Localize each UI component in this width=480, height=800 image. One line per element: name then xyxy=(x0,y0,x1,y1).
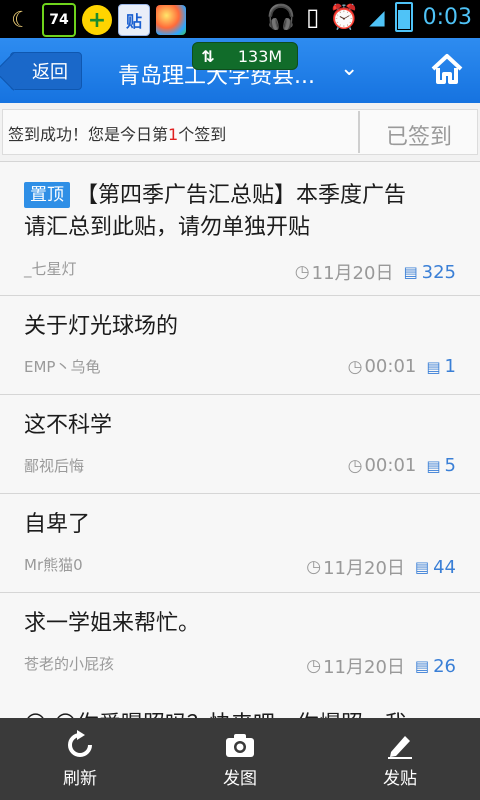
comment-icon: ▤ xyxy=(426,357,441,376)
signin-message-pre: 签到成功！您是今日第 xyxy=(8,125,169,144)
pinned-badge: 置顶 xyxy=(24,182,70,208)
battery-icon xyxy=(394,2,413,32)
pencil-icon xyxy=(388,736,412,759)
headphones-icon: 🎧 xyxy=(266,3,297,31)
post-title: 求一学姐来帮忙。 xyxy=(24,611,201,636)
reply-count: 44 xyxy=(433,556,456,578)
vibrate-icon: ▯ xyxy=(306,3,320,31)
post-title-line2: 请汇总到此贴，请勿单独开贴 xyxy=(24,215,311,240)
comment-icon: ▤ xyxy=(414,657,430,675)
post-list: 置顶 【第四季广告汇总贴】本季度广告 请汇总到此贴，请勿单独开贴 _七星灯 ◷ 1… xyxy=(0,162,480,296)
clock-icon: ◷ xyxy=(306,557,322,577)
post-author: EMP丶乌龟 xyxy=(24,358,101,376)
signed-button[interactable]: 已签到 xyxy=(386,119,452,151)
post-label: 发贴 xyxy=(383,769,417,789)
post-replies: ▤ 5 xyxy=(426,455,456,476)
post-author: 鄙视后悔 xyxy=(24,457,85,475)
transfer-arrows-icon: ⇅ xyxy=(201,46,215,66)
back-button[interactable]: 返回 xyxy=(10,52,82,90)
post-meta: ◷ 11月20日 ▤ 325 xyxy=(295,259,456,285)
net-speed-overlay: ⇅ 133M xyxy=(192,42,298,70)
post-time: 00:01 xyxy=(364,455,417,476)
clock-icon: ◷ xyxy=(306,656,322,676)
signin-bar: 签到成功！您是今日第1个签到 已签到 xyxy=(0,103,480,162)
reply-count: 325 xyxy=(421,261,456,283)
signal-icon: ◢ xyxy=(369,5,385,29)
post-meta: ◷ 00:01 ▤ 5 xyxy=(348,455,456,476)
weather-moon-icon: ☾ xyxy=(11,7,31,33)
post-item[interactable]: 这不科学 鄙视后悔 ◷ 00:01 ▤ 5 xyxy=(0,395,480,494)
tieba-app-icon: 贴 xyxy=(118,4,150,36)
camera-icon xyxy=(226,734,254,757)
post-time: 11月20日 xyxy=(311,263,394,284)
post-title: 关于灯光球场的 xyxy=(24,314,179,339)
home-icon[interactable] xyxy=(430,52,464,86)
post-replies: ▤ 1 xyxy=(426,356,456,377)
comment-icon: ▤ xyxy=(414,558,430,576)
post-author: Mr熊猫0 xyxy=(24,556,83,574)
reply-count: 26 xyxy=(433,655,456,677)
clock-icon: ◷ xyxy=(347,455,363,476)
post-replies: ▤ 325 xyxy=(403,262,456,283)
post-time: 00:01 xyxy=(364,356,417,377)
photo-label: 发图 xyxy=(223,769,257,789)
refresh-label: 刷新 xyxy=(63,769,97,789)
app-ball-icon xyxy=(156,5,186,35)
post-time: 11月20日 xyxy=(323,558,405,579)
post-author: _七星灯 xyxy=(24,260,77,278)
alarm-icon: ⏰ xyxy=(329,3,360,31)
signin-message-post: 个签到 xyxy=(178,125,227,144)
post-title: 自卑了 xyxy=(24,512,91,537)
post-item[interactable]: 求一学姐来帮忙。 苍老的小屁孩 ◷ 11月20日 ▤ 26 xyxy=(0,593,480,691)
post-meta: ◷ 11月20日 ▤ 44 xyxy=(306,554,456,580)
post-meta: ◷ 11月20日 ▤ 26 xyxy=(306,653,456,679)
bottom-toolbar: 刷新 发图 发贴 xyxy=(0,718,480,800)
post-title-line1: 【第四季广告汇总贴】本季度广告 xyxy=(76,183,407,208)
comment-icon: ▤ xyxy=(403,263,418,281)
post-item[interactable]: 自卑了 Mr熊猫0 ◷ 11月20日 ▤ 44 xyxy=(0,494,480,593)
reply-count: 1 xyxy=(444,356,456,377)
back-button-label: 返回 xyxy=(32,62,68,83)
plus-app-icon: + xyxy=(82,5,112,35)
post-author: 苍老的小屁孩 xyxy=(24,655,115,673)
net-speed-value: 133M xyxy=(237,46,283,66)
post-item[interactable]: 关于灯光球场的 EMP丶乌龟 ◷ 00:01 ▤ 1 xyxy=(0,296,480,395)
reply-count: 5 xyxy=(444,455,456,476)
comment-icon: ▤ xyxy=(426,456,441,475)
clock-icon: ◷ xyxy=(294,262,310,282)
clock-time: 0:03 xyxy=(422,4,472,30)
post-title: 置顶 【第四季广告汇总贴】本季度广告 请汇总到此贴，请勿单独开贴 xyxy=(24,180,406,244)
refresh-icon xyxy=(68,730,92,757)
post-title: 这不科学 xyxy=(24,413,113,438)
post-meta: ◷ 00:01 ▤ 1 xyxy=(348,356,456,377)
refresh-button[interactable]: 刷新 xyxy=(0,718,160,800)
post-photo-button[interactable]: 发图 xyxy=(160,718,320,800)
status-bar: ☾ 74 + 贴 🎧 ▯ ⏰ ◢ 0:03 xyxy=(0,0,480,38)
signin-divider xyxy=(358,111,360,153)
post-replies: ▤ 44 xyxy=(415,557,456,578)
post-replies: ▤ 26 xyxy=(415,656,456,677)
battery-widget-icon: 74 xyxy=(42,3,76,37)
post-item[interactable]: 置顶 【第四季广告汇总贴】本季度广告 请汇总到此贴，请勿单独开贴 _七星灯 ◷ 1… xyxy=(0,162,480,296)
signin-rank: 1 xyxy=(168,125,179,144)
chevron-down-icon[interactable]: ⌄ xyxy=(340,56,358,81)
post-time: 11月20日 xyxy=(323,657,405,678)
new-post-button[interactable]: 发贴 xyxy=(320,718,480,800)
signin-message: 签到成功！您是今日第1个签到 xyxy=(8,121,226,145)
clock-icon: ◷ xyxy=(347,356,363,377)
